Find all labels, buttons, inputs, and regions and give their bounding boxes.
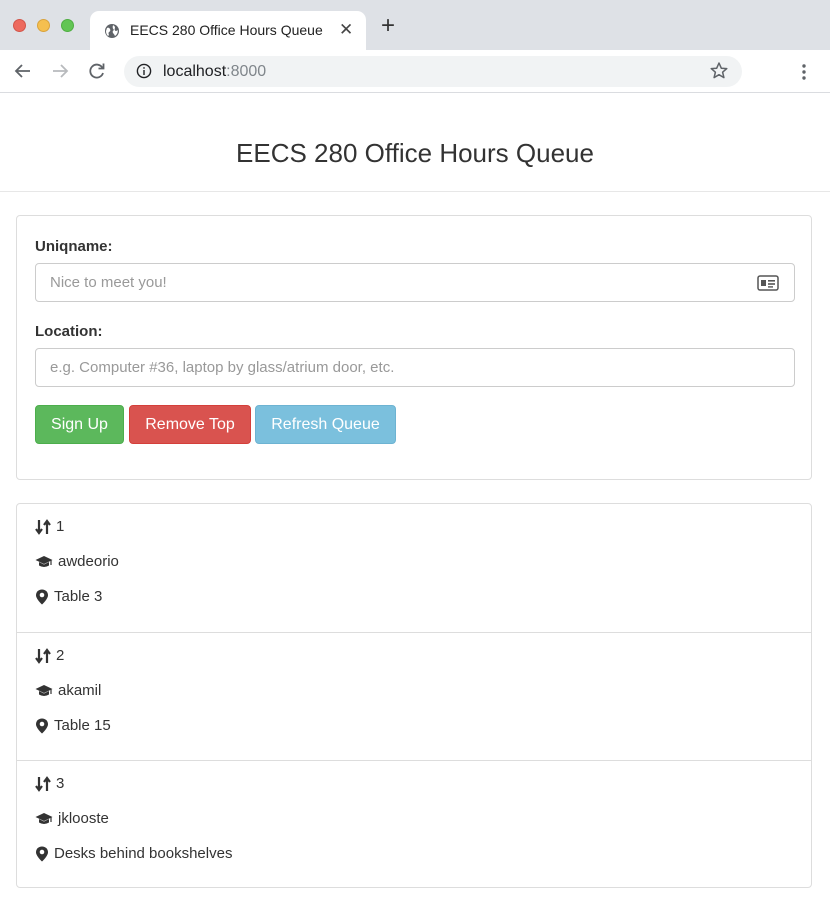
window-minimize-button[interactable] [37,19,50,32]
globe-icon [105,24,119,38]
queue-uniqname: jklooste [35,810,109,827]
signup-form-card: Uniqname: Location: Sign Up Remove Top R… [16,215,812,480]
browser-toolbar: localhost:8000 [0,50,830,93]
tab-close-icon[interactable]: ✕ [339,20,353,40]
star-icon[interactable] [709,61,729,81]
map-marker-icon [36,589,48,604]
queue-list: 1 awdeorio Table 3 2 akamil Table 15 3 j… [16,503,812,888]
queue-position: 2 [35,647,64,664]
position-number: 3 [56,775,65,792]
info-icon[interactable] [136,63,152,79]
location-text: Table 15 [54,717,111,734]
tab-title: EECS 280 Office Hours Queue [130,22,323,38]
graduation-cap-icon [35,555,53,567]
url-host: localhost [163,63,227,80]
queue-location: Table 15 [35,717,111,734]
refresh-queue-button[interactable]: Refresh Queue [255,405,396,444]
graduation-cap-icon [35,812,53,824]
sign-up-button[interactable]: Sign Up [35,405,124,444]
reload-icon[interactable] [86,59,108,83]
graduation-cap-icon [35,684,53,696]
kebab-menu-icon[interactable] [797,61,811,83]
location-text: Desks behind bookshelves [54,845,233,862]
window-close-button[interactable] [13,19,26,32]
url-port: :8000 [226,63,267,80]
browser-tab-strip: EECS 280 Office Hours Queue ✕ + [0,0,830,50]
location-input[interactable] [35,348,795,387]
uniqname-label: Uniqname: [35,238,113,255]
uniqname-text: akamil [58,682,102,699]
page-title: EECS 280 Office Hours Queue [236,138,594,168]
uniqname-input[interactable] [35,263,795,302]
sort-arrows-icon [35,647,51,664]
back-arrow-icon[interactable] [12,59,34,83]
uniqname-text: awdeorio [58,553,119,570]
uniqname-text: jklooste [58,810,109,827]
queue-location: Desks behind bookshelves [35,845,232,862]
map-marker-icon [36,846,48,861]
queue-item: 1 awdeorio Table 3 [17,504,811,632]
new-tab-button[interactable]: + [381,14,395,38]
queue-item: 2 akamil Table 15 [17,632,811,760]
location-label: Location: [35,323,103,340]
sort-arrows-icon [35,775,51,792]
queue-uniqname: akamil [35,682,101,699]
position-number: 2 [56,647,65,664]
browser-tab[interactable]: EECS 280 Office Hours Queue ✕ [90,11,366,50]
url-text: localhost:8000 [163,63,266,81]
queue-uniqname: awdeorio [35,553,119,570]
queue-position: 3 [35,775,64,792]
window-zoom-button[interactable] [61,19,74,32]
map-marker-icon [36,718,48,733]
queue-item: 3 jklooste Desks behind bookshelves [17,760,811,888]
position-number: 1 [56,518,65,535]
sort-arrows-icon [35,518,51,535]
page-header: EECS 280 Office Hours Queue [0,93,830,192]
queue-location: Table 3 [35,588,102,605]
location-text: Table 3 [54,588,103,605]
remove-top-button[interactable]: Remove Top [129,405,251,444]
address-bar[interactable]: localhost:8000 [124,56,742,87]
forward-arrow-icon[interactable] [49,59,71,83]
queue-position: 1 [35,518,64,535]
contact-card-icon [757,275,779,291]
